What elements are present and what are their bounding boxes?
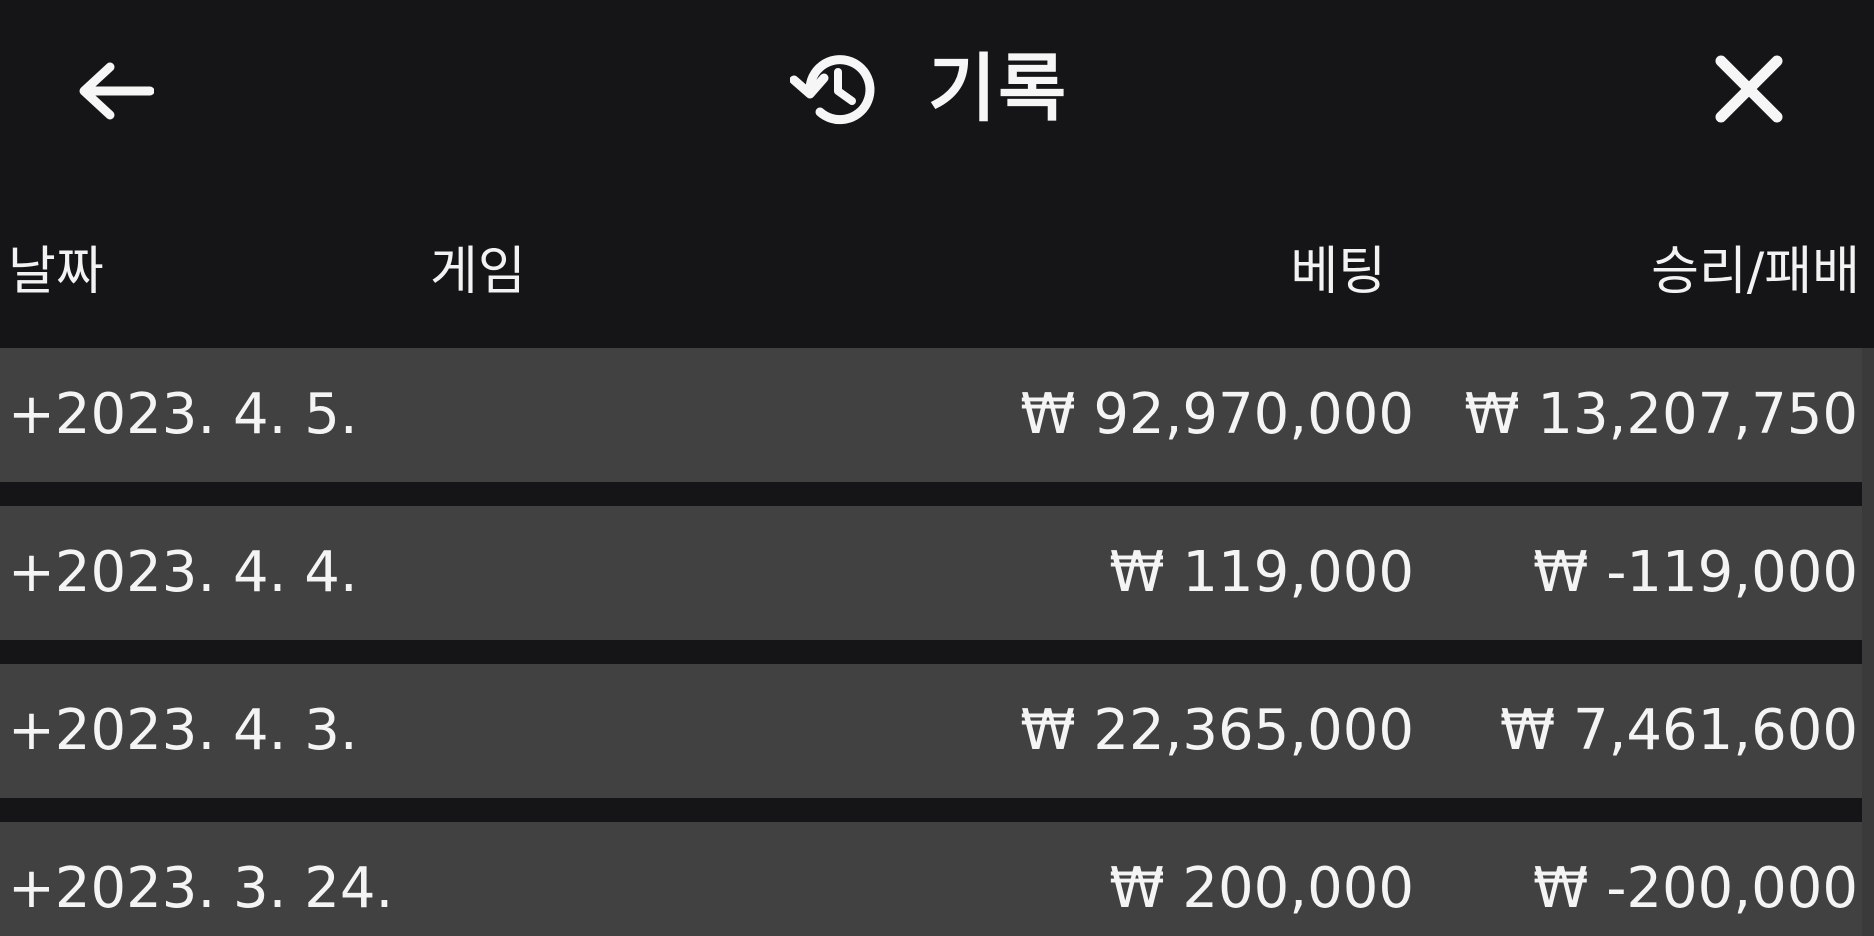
back-button[interactable] — [72, 48, 158, 134]
arrow-left-icon — [79, 62, 154, 120]
table-row[interactable]: +2023. 4. 3. ₩ 22,365,000 ₩ 7,461,600 — [0, 664, 1862, 798]
row-date: +2023. 3. 24. — [8, 856, 394, 921]
table-row[interactable]: +2023. 4. 5. ₩ 92,970,000 ₩ 13,207,750 — [0, 348, 1862, 482]
table-row[interactable]: +2023. 3. 24. ₩ 200,000 ₩ -200,000 — [0, 822, 1862, 936]
row-win-loss-amount: ₩ -119,000 — [1533, 540, 1858, 605]
column-header-game: 게임 — [430, 242, 526, 302]
close-icon — [1715, 55, 1783, 123]
row-bet-amount: ₩ 119,000 — [1109, 540, 1414, 605]
row-win-loss-amount: ₩ 7,461,600 — [1499, 698, 1858, 763]
column-header-win-loss: 승리/패배 — [1651, 242, 1860, 302]
header-bar: 기록 — [0, 0, 1874, 175]
table-header: 날짜 게임 베팅 승리/패배 — [0, 232, 1874, 312]
row-date: +2023. 4. 4. — [8, 540, 358, 605]
row-bet-amount: ₩ 200,000 — [1109, 856, 1414, 921]
row-bet-amount: ₩ 92,970,000 — [1020, 382, 1414, 447]
row-bet-amount: ₩ 22,365,000 — [1020, 698, 1414, 763]
history-screen: 기록 날짜 게임 베팅 승리/패배 +2023. 4. 5. ₩ 92,970,… — [0, 0, 1874, 936]
row-win-loss-amount: ₩ 13,207,750 — [1464, 382, 1858, 447]
column-header-bet: 베팅 — [1290, 242, 1386, 302]
title-group: 기록 — [790, 34, 1068, 144]
row-date: +2023. 4. 3. — [8, 698, 358, 763]
row-date: +2023. 4. 5. — [8, 382, 358, 447]
column-header-date: 날짜 — [8, 242, 104, 302]
close-button[interactable] — [1702, 42, 1796, 136]
scrollbar[interactable] — [1862, 348, 1874, 936]
page-title: 기록 — [928, 46, 1069, 132]
history-icon — [790, 55, 875, 125]
table-row[interactable]: +2023. 4. 4. ₩ 119,000 ₩ -119,000 — [0, 506, 1862, 640]
row-win-loss-amount: ₩ -200,000 — [1533, 856, 1858, 921]
